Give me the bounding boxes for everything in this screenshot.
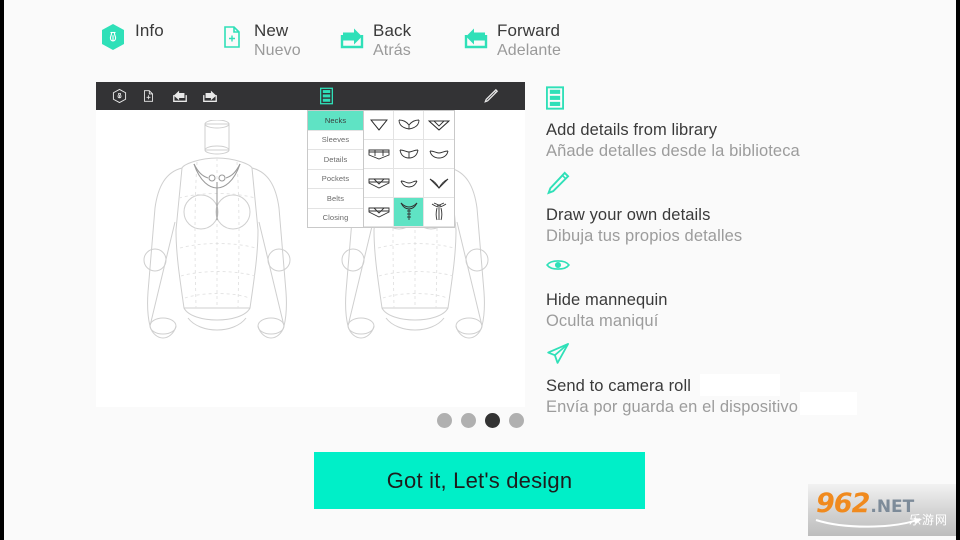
library-category-closing[interactable]: Closing — [308, 208, 363, 227]
hint-label-en: Draw your own details — [546, 206, 711, 224]
forward-arrow-icon — [462, 23, 488, 51]
send-icon — [546, 342, 946, 368]
library-item[interactable] — [364, 198, 394, 227]
app-preview-card: Necks Sleeves Details Pockets Belts Clos… — [96, 82, 525, 407]
hint-label-es: Añade detalles desde la biblioteca — [546, 141, 800, 160]
watermark-swoosh-icon — [815, 518, 922, 528]
hint-draw-your-own-details: Draw your own details Dibuja tus propios… — [546, 171, 946, 246]
library-category-list[interactable]: Necks Sleeves Details Pockets Belts Clos… — [308, 111, 364, 227]
page-dot-2[interactable] — [460, 413, 476, 428]
library-item-selected[interactable] — [394, 198, 424, 227]
help-item-label-en: Info — [135, 21, 164, 40]
help-item-back[interactable]: Back Atrás — [338, 22, 411, 60]
app-onboarding-screen: Info New Nuevo Back Atrás Forward Adelan… — [0, 0, 960, 540]
library-item[interactable] — [364, 140, 394, 169]
help-item-label-es: Atrás — [373, 41, 411, 59]
watermark-brand: 962 — [816, 488, 870, 519]
eye-icon — [546, 256, 946, 282]
redaction-box — [800, 392, 857, 415]
new-file-icon[interactable] — [142, 88, 157, 104]
mannequin-front-left — [122, 120, 312, 370]
site-watermark: 962 .NET 乐游网 — [808, 484, 956, 536]
library-item[interactable] — [424, 198, 454, 227]
mannequin-badge-icon[interactable] — [112, 88, 127, 104]
help-item-label-es: Adelante — [497, 41, 561, 59]
library-item[interactable] — [394, 140, 424, 169]
help-item-new[interactable]: New Nuevo — [219, 22, 301, 60]
pencil-icon[interactable] — [483, 88, 499, 104]
hint-label-es: Dibuja tus propios detalles — [546, 226, 743, 245]
help-item-label-en: New — [254, 21, 289, 40]
info-hexagon-icon — [100, 23, 126, 51]
help-item-label-en: Forward — [497, 21, 561, 40]
library-category-necks[interactable]: Necks — [308, 111, 363, 131]
redaction-box — [700, 374, 780, 396]
watermark-tld: .NET — [870, 497, 915, 517]
library-category-belts[interactable]: Belts — [308, 189, 363, 209]
pencil-icon — [546, 171, 946, 197]
page-dot-1[interactable] — [436, 413, 452, 428]
library-item[interactable] — [364, 169, 394, 198]
page-indicator[interactable] — [0, 413, 960, 428]
watermark-cn-text: 乐游网 — [908, 513, 948, 527]
letterbox-right — [956, 0, 960, 540]
hint-label-en: Add details from library — [546, 121, 718, 139]
undo-icon[interactable] — [172, 88, 187, 104]
hint-label-es: Oculta maniquí — [546, 311, 659, 330]
help-item-label-en: Back — [373, 21, 412, 40]
back-arrow-icon — [338, 23, 364, 51]
library-item[interactable] — [424, 169, 454, 198]
library-panel[interactable]: Necks Sleeves Details Pockets Belts Clos… — [307, 110, 455, 228]
watermark-wordmark: 962 .NET — [816, 488, 914, 519]
library-category-details[interactable]: Details — [308, 150, 363, 170]
hint-add-details-from-library: Add details from library Añade detalles … — [545, 86, 946, 161]
help-item-label-es: Nuevo — [254, 41, 301, 59]
library-item[interactable] — [394, 111, 424, 140]
hint-label-en: Hide mannequin — [546, 291, 668, 309]
help-legend-row: Info New Nuevo Back Atrás Forward Adelan… — [0, 0, 960, 78]
page-dot-3-active[interactable] — [484, 413, 500, 428]
app-toolbar — [96, 82, 525, 110]
library-item[interactable] — [424, 111, 454, 140]
app-design-canvas[interactable]: Necks Sleeves Details Pockets Belts Clos… — [96, 110, 525, 407]
library-item[interactable] — [364, 111, 394, 140]
hint-hide-mannequin: Hide mannequin Oculta maniquí — [546, 256, 946, 331]
library-category-sleeves[interactable]: Sleeves — [308, 130, 363, 150]
new-document-icon — [219, 23, 245, 51]
library-item-grid[interactable] — [364, 111, 454, 227]
got-it-lets-design-button[interactable]: Got it, Let's design — [314, 452, 645, 509]
library-item[interactable] — [424, 140, 454, 169]
help-item-forward[interactable]: Forward Adelante — [462, 22, 561, 60]
redo-icon[interactable] — [202, 88, 217, 104]
library-category-pockets[interactable]: Pockets — [308, 169, 363, 189]
letterbox-left — [0, 0, 4, 540]
page-dot-4[interactable] — [508, 413, 524, 428]
library-icon[interactable] — [319, 87, 335, 105]
library-icon — [545, 86, 946, 112]
help-item-info[interactable]: Info — [100, 22, 164, 50]
library-item[interactable] — [394, 169, 424, 198]
